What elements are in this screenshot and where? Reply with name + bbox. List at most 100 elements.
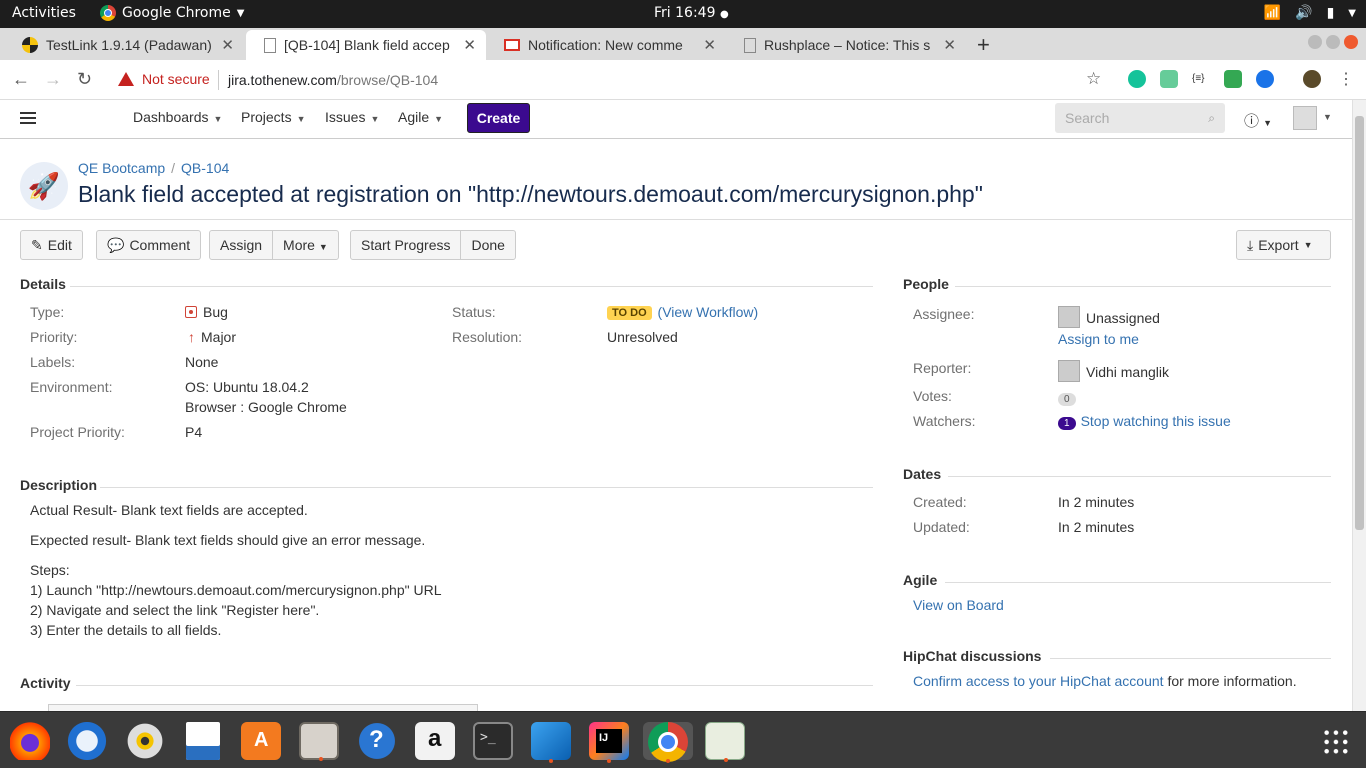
more-button[interactable]: More ▼ <box>273 231 338 259</box>
details-heading[interactable]: Details <box>20 276 66 292</box>
scrollbar-thumb[interactable] <box>1355 116 1364 530</box>
start-progress-button[interactable]: Start Progress <box>351 231 462 259</box>
extension-icon[interactable] <box>1224 70 1242 88</box>
help-icon[interactable]: ⓘ ▼ <box>1244 110 1272 131</box>
vscode-icon[interactable] <box>531 722 571 763</box>
divider <box>76 685 873 686</box>
url-field[interactable]: jira.tothenew.com/browse/QB-104 <box>228 72 438 88</box>
page-scrollbar[interactable] <box>1352 100 1366 711</box>
nav-projects[interactable]: Projects ▼ <box>241 109 306 125</box>
status-badge: TO DO <box>607 306 652 320</box>
intellij-icon[interactable]: IJ <box>589 722 629 763</box>
close-icon[interactable]: ✕ <box>943 36 956 54</box>
nav-agile[interactable]: Agile ▼ <box>398 109 443 125</box>
activity-heading[interactable]: Activity <box>20 675 71 691</box>
type-text: Bug <box>203 304 228 320</box>
votes-value[interactable]: 0 <box>1058 389 1076 406</box>
create-button[interactable]: Create <box>467 103 530 133</box>
chrome-menu-icon[interactable]: ⋮ <box>1338 69 1354 89</box>
hipchat-confirm-link[interactable]: Confirm access to your HipChat account <box>913 673 1164 689</box>
forward-button[interactable]: → <box>44 69 62 90</box>
system-tray[interactable]: 📶 🔊 ▮ ▼ <box>1264 5 1356 21</box>
chevron-down-icon: ▼ <box>296 114 306 124</box>
amazon-icon[interactable]: a <box>415 722 455 760</box>
clock[interactable]: Fri 16:49 ● <box>654 5 729 21</box>
project-priority-value[interactable]: P4 <box>185 424 202 440</box>
hipchat-heading[interactable]: HipChat discussions <box>903 648 1041 664</box>
reporter-value[interactable]: Vidhi manglik <box>1058 360 1169 382</box>
nav-dashboards[interactable]: Dashboards ▼ <box>133 109 222 125</box>
new-tab-button[interactable]: + <box>977 32 990 58</box>
firefox-icon[interactable] <box>10 722 50 760</box>
back-button[interactable]: ← <box>12 69 30 90</box>
done-button[interactable]: Done <box>461 231 514 259</box>
files-icon[interactable] <box>299 722 339 761</box>
tab-jira-issue[interactable]: [QB-104] Blank field accep ✕ <box>246 30 486 60</box>
breadcrumb-issue-key[interactable]: QB-104 <box>181 160 229 176</box>
stop-watching-link[interactable]: Stop watching this issue <box>1081 413 1231 429</box>
testlink-icon <box>22 37 38 53</box>
activity-tabs[interactable] <box>48 704 478 711</box>
app-menu[interactable]: Google Chrome ▼ <box>100 5 244 21</box>
votes-label: Votes: <box>913 388 952 404</box>
tab-testlink[interactable]: TestLink 1.9.14 (Padawan) ✕ <box>4 30 244 60</box>
nav-issues[interactable]: Issues ▼ <box>325 109 379 125</box>
bookmark-star-icon[interactable]: ☆ <box>1086 69 1101 89</box>
watchers-badge[interactable]: 1 <box>1058 417 1076 430</box>
search-input[interactable]: Search ⌕ <box>1055 103 1225 133</box>
environment-line-1[interactable]: OS: Ubuntu 18.04.2 <box>185 379 309 395</box>
libreoffice-writer-icon[interactable] <box>186 722 220 760</box>
agile-heading[interactable]: Agile <box>903 572 937 588</box>
json-viewer-icon[interactable]: {≡} <box>1192 73 1210 91</box>
extension-icon[interactable] <box>1160 70 1178 88</box>
minimize-button[interactable] <box>1308 35 1322 49</box>
view-workflow-link[interactable]: (View Workflow) <box>658 304 759 320</box>
security-indicator[interactable]: Not secure <box>118 71 210 87</box>
close-icon[interactable]: ✕ <box>463 36 476 54</box>
comment-button[interactable]: 💬 Comment <box>96 230 202 260</box>
breadcrumb-project[interactable]: QE Bootcamp <box>78 160 165 176</box>
thunderbird-icon[interactable] <box>67 722 107 760</box>
environment-line-2[interactable]: Browser : Google Chrome <box>185 399 347 415</box>
hipchat-text: Confirm access to your HipChat account f… <box>913 673 1297 689</box>
chevron-down-icon[interactable]: ▼ <box>1323 112 1332 122</box>
assign-button[interactable]: Assign <box>210 231 274 259</box>
tab-rushplace[interactable]: Rushplace – Notice: This s ✕ <box>726 30 966 60</box>
menu-icon[interactable] <box>20 112 36 124</box>
maximize-button[interactable] <box>1326 35 1340 49</box>
issue-summary[interactable]: Blank field accepted at registration on … <box>78 181 983 208</box>
extension-icon[interactable] <box>1256 70 1274 88</box>
rhythmbox-icon[interactable] <box>125 722 165 760</box>
watchers-value: 1 Stop watching this issue <box>1058 413 1231 430</box>
export-button[interactable]: ⤓ Export ▼ <box>1236 230 1331 260</box>
grammarly-icon[interactable] <box>1128 70 1146 88</box>
help-icon[interactable]: ? <box>357 722 397 760</box>
reload-button[interactable]: ↻ <box>77 69 92 90</box>
assign-to-me-link[interactable]: Assign to me <box>1058 331 1139 347</box>
breadcrumb: QE Bootcamp / QB-104 <box>78 160 229 176</box>
project-avatar-rocket-icon[interactable]: 🚀 <box>20 162 68 210</box>
ubuntu-software-icon[interactable]: A <box>241 722 281 760</box>
chrome-icon[interactable] <box>643 722 693 763</box>
edit-button[interactable]: ✎ Edit <box>20 230 83 260</box>
description-line: 3) Enter the details to all fields. <box>30 622 222 638</box>
status-label: Status: <box>452 304 496 320</box>
more-label: More <box>283 237 315 253</box>
close-window-button[interactable] <box>1344 35 1358 49</box>
description-heading[interactable]: Description <box>20 477 97 493</box>
dates-heading[interactable]: Dates <box>903 466 941 482</box>
description-line: Steps: <box>30 562 70 578</box>
terminal-icon[interactable]: >_ <box>473 722 513 760</box>
activities-button[interactable]: Activities <box>12 5 76 21</box>
user-avatar[interactable] <box>1293 106 1317 130</box>
people-heading[interactable]: People <box>903 276 949 292</box>
show-applications-icon[interactable] <box>1322 728 1350 756</box>
profile-avatar[interactable] <box>1303 70 1321 88</box>
pencil-icon: ✎ <box>31 236 43 253</box>
system-monitor-icon[interactable] <box>705 722 745 762</box>
view-on-board-link[interactable]: View on Board <box>913 597 1004 613</box>
close-icon[interactable]: ✕ <box>221 36 234 54</box>
close-icon[interactable]: ✕ <box>703 36 716 54</box>
labels-value[interactable]: None <box>185 354 218 370</box>
tab-gmail-notification[interactable]: Notification: New comme ✕ <box>486 30 726 60</box>
